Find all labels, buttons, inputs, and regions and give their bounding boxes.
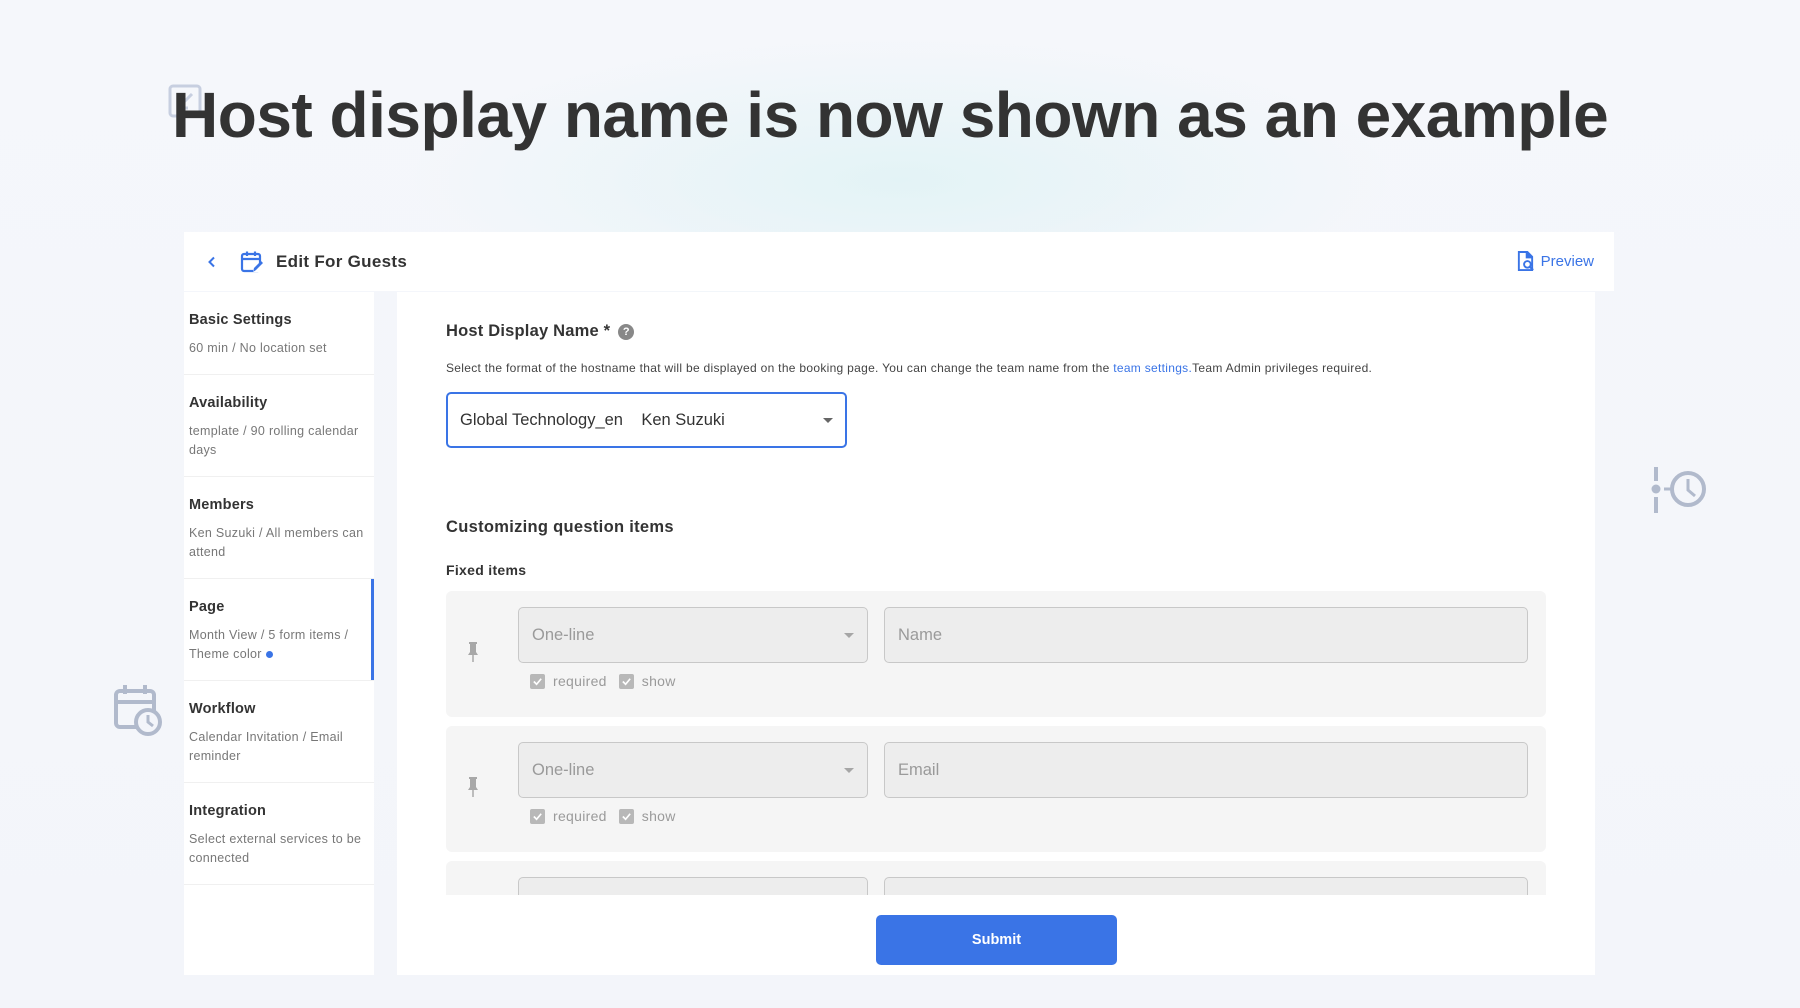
question-item-row: One-line Name required show <box>446 591 1546 717</box>
sidebar-item-page[interactable]: Page Month View / 5 form items / Theme c… <box>184 579 374 681</box>
check-icon <box>622 812 631 820</box>
back-button[interactable] <box>202 252 222 272</box>
fixed-items-heading: Fixed items <box>446 562 527 578</box>
hero-title: Host display name is now shown as an exa… <box>172 79 1609 151</box>
required-checkbox[interactable] <box>530 673 545 689</box>
calendar-edit-icon <box>240 250 264 274</box>
caret-down-icon <box>823 417 833 423</box>
timeline-clock-icon <box>1650 465 1712 515</box>
main-panel: Host Display Name * ? Select the format … <box>397 292 1595 975</box>
required-label: required <box>553 808 607 824</box>
caret-down-icon <box>844 767 854 773</box>
show-label: show <box>641 673 676 689</box>
host-display-name-label: Host Display Name * ? <box>446 322 635 341</box>
show-checkbox[interactable] <box>618 673 634 689</box>
settings-sidebar: Basic Settings 60 min / No location set … <box>184 292 374 975</box>
preview-button[interactable]: Preview <box>1516 251 1594 272</box>
sidebar-item-availability[interactable]: Availability template / 90 rolling calen… <box>184 375 374 477</box>
question-type-select[interactable]: One-line <box>518 742 868 798</box>
required-label: required <box>553 673 607 689</box>
host-display-name-value: Global Technology_en Ken Suzuki <box>460 410 725 429</box>
calendar-clock-icon <box>113 682 163 736</box>
sidebar-item-basic-settings[interactable]: Basic Settings 60 min / No location set <box>184 292 374 375</box>
sidebar-item-desc: Select external services to be connected <box>189 832 362 865</box>
question-options: required show <box>530 673 680 689</box>
question-type-value: One-line <box>532 760 595 779</box>
help-icon[interactable]: ? <box>618 323 635 340</box>
question-type-select[interactable] <box>518 877 868 895</box>
question-label-input[interactable]: Name <box>884 607 1528 663</box>
customizing-question-items-heading: Customizing question items <box>446 518 674 536</box>
theme-color-dot <box>265 651 273 659</box>
question-type-select[interactable]: One-line <box>518 607 868 663</box>
caret-down-icon <box>844 632 854 638</box>
show-label: show <box>641 808 676 824</box>
description-text-end: Team Admin privileges required. <box>1192 361 1373 375</box>
show-checkbox[interactable] <box>618 808 634 824</box>
sidebar-item-desc: template / 90 rolling calendar days <box>189 424 359 457</box>
top-bar: Edit For Guests Preview <box>184 232 1614 291</box>
sidebar-item-title: Workflow <box>189 701 256 717</box>
sidebar-item-title: Basic Settings <box>189 312 292 328</box>
host-display-name-select[interactable]: Global Technology_en Ken Suzuki <box>446 392 847 448</box>
sidebar-item-title: Integration <box>189 803 267 819</box>
sidebar-item-title: Availability <box>189 395 268 411</box>
sidebar-item-desc: Calendar Invitation / Email reminder <box>189 730 344 763</box>
sidebar-item-integration[interactable]: Integration Select external services to … <box>184 783 374 885</box>
team-settings-link[interactable]: team settings. <box>1113 361 1192 375</box>
question-item-row: One-line Email required show <box>446 726 1546 852</box>
question-label-input[interactable]: Email <box>884 742 1528 798</box>
question-type-value: One-line <box>532 625 595 644</box>
sidebar-item-desc: 60 min / No location set <box>189 341 327 355</box>
sidebar-item-desc: Month View / 5 form items / Theme color <box>189 626 370 664</box>
document-search-icon <box>1517 251 1534 271</box>
question-item-row <box>446 861 1546 895</box>
preview-label: Preview <box>1540 253 1594 270</box>
host-display-name-description: Select the format of the hostname that w… <box>446 361 1372 375</box>
question-options: required show <box>530 808 680 824</box>
sidebar-item-desc: Ken Suzuki / All members can attend <box>189 526 364 559</box>
question-label-input[interactable] <box>884 877 1528 895</box>
sidebar-item-workflow[interactable]: Workflow Calendar Invitation / Email rem… <box>184 681 374 783</box>
pin-icon <box>468 642 478 662</box>
check-icon <box>533 812 542 820</box>
check-icon <box>622 677 631 685</box>
sidebar-item-title: Members <box>189 497 255 513</box>
submit-button[interactable]: Submit <box>876 915 1117 965</box>
host-display-name-label-text: Host Display Name * <box>446 322 611 340</box>
description-text: Select the format of the hostname that w… <box>446 361 1114 375</box>
sidebar-item-members[interactable]: Members Ken Suzuki / All members can att… <box>184 477 374 579</box>
pin-icon <box>468 777 478 797</box>
required-checkbox[interactable] <box>530 808 545 824</box>
question-label-value: Name <box>898 625 943 644</box>
question-label-value: Email <box>898 760 940 779</box>
sidebar-item-title: Page <box>189 599 225 615</box>
form-scroll-area[interactable]: Host Display Name * ? Select the format … <box>397 292 1595 895</box>
check-icon <box>533 677 542 685</box>
chevron-left-icon <box>208 256 215 267</box>
page-title: Edit For Guests <box>276 251 408 271</box>
